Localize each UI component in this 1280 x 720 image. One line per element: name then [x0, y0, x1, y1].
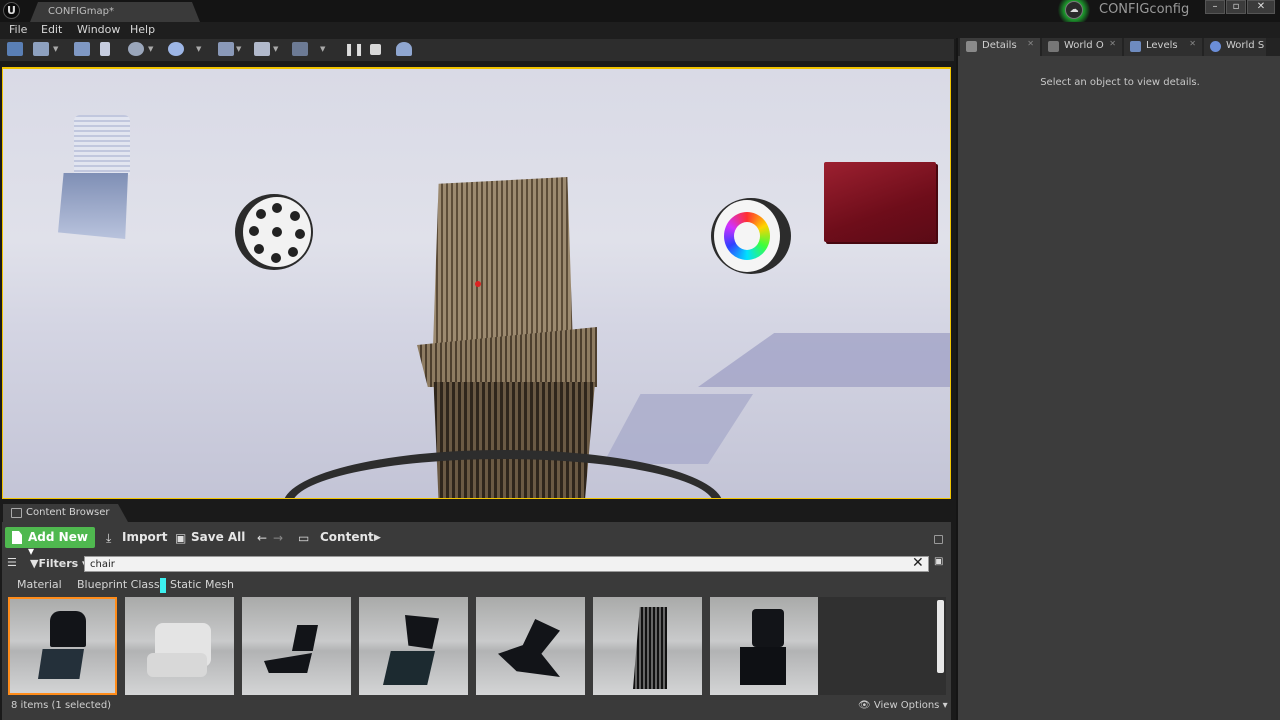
tab-world-outliner[interactable]: World O ✕ — [1042, 38, 1122, 56]
save-icon[interactable] — [7, 42, 23, 59]
asset-thumbnail[interactable] — [593, 597, 702, 695]
content-browser-icon — [11, 508, 22, 518]
translucent-chair-mesh[interactable] — [58, 115, 130, 241]
content-browser-toolbar: Add New ▾ ⤓ Import ▣ Save All ← → ▭ Cont… — [2, 527, 951, 558]
cinematics-dropdown-icon[interactable]: ▼ — [236, 45, 241, 53]
content-icon[interactable] — [74, 42, 90, 59]
stop-icon[interactable] — [370, 42, 381, 59]
color-wheel-disc[interactable] — [711, 198, 791, 274]
filter-chip-static-mesh[interactable]: Static Mesh — [160, 578, 234, 593]
floor-shadow — [698, 333, 950, 387]
cinematics-icon[interactable] — [218, 42, 234, 59]
maximize-button[interactable]: ▫ — [1226, 0, 1246, 14]
level-document-tab[interactable]: CONFIGmap* — [30, 2, 200, 22]
marketplace-icon[interactable] — [100, 42, 110, 59]
static-mesh-color-bar — [160, 578, 166, 593]
menu-help[interactable]: Help — [130, 23, 155, 36]
unreal-logo-icon: U — [3, 2, 20, 19]
red-cube-mesh[interactable] — [824, 162, 936, 242]
source-control-dropdown-icon[interactable]: ▼ — [53, 45, 58, 53]
minimize-button[interactable]: – — [1205, 0, 1225, 14]
asset-thumbnail[interactable] — [710, 597, 819, 695]
menu-edit[interactable]: Edit — [41, 23, 62, 36]
level-viewport[interactable] — [2, 67, 951, 499]
project-name: CONFIGconfig — [1099, 2, 1190, 17]
asset-thumbnail-grid — [8, 597, 938, 695]
filter-row: ☰ ▼Filters ▾ ✕ ▣ — [2, 555, 951, 573]
save-all-icon: ▣ — [175, 531, 187, 545]
new-file-icon — [12, 531, 22, 544]
path-arrow-icon[interactable]: ▶ — [374, 533, 381, 543]
title-bar: U CONFIGmap* ☁ CONFIGconfig – ▫ ✕ — [0, 0, 1280, 26]
asset-thumbnail[interactable] — [242, 597, 351, 695]
eye-icon: 👁 — [858, 700, 871, 711]
filter-chip-material[interactable]: Material — [17, 578, 62, 593]
details-empty-message: Select an object to view details. — [1040, 77, 1200, 88]
content-browser: Add New ▾ ⤓ Import ▣ Save All ← → ▭ Cont… — [2, 522, 951, 720]
build-icon[interactable] — [254, 42, 270, 59]
back-arrow-icon[interactable]: ← — [257, 531, 267, 545]
blueprints-icon[interactable] — [168, 42, 184, 59]
save-search-icon[interactable]: ▣ — [934, 556, 943, 567]
import-icon: ⤓ — [106, 531, 112, 545]
filters-button[interactable]: ▼Filters ▾ — [30, 557, 88, 570]
eject-icon[interactable] — [396, 42, 412, 59]
lock-icon[interactable] — [934, 535, 943, 544]
import-button[interactable]: Import — [122, 530, 167, 544]
play-icon[interactable] — [292, 42, 308, 59]
asset-thumbnail[interactable] — [359, 597, 468, 695]
details-panel-tabs: Details ✕ World O ✕ Levels ✕ World S — [958, 38, 1280, 56]
close-window-button[interactable]: ✕ — [1247, 0, 1275, 14]
item-count-status: 8 items (1 selected) — [11, 700, 112, 711]
pattern-selector-disc[interactable] — [235, 194, 313, 270]
sources-toggle-icon[interactable]: ☰ — [7, 556, 17, 569]
clear-search-icon[interactable]: ✕ — [912, 555, 924, 571]
content-browser-tab[interactable]: Content Browser — [3, 504, 128, 522]
details-panel: Details ✕ World O ✕ Levels ✕ World S Sel… — [956, 38, 1280, 720]
forward-arrow-icon[interactable]: → — [273, 531, 283, 545]
menu-window[interactable]: Window — [77, 23, 120, 36]
asset-grid-empty-area — [818, 597, 946, 695]
save-all-button[interactable]: Save All — [191, 530, 245, 544]
view-options-button[interactable]: 👁 View Options ▾ — [858, 700, 948, 711]
asset-thumbnail[interactable] — [476, 597, 585, 695]
settings-icon[interactable] — [128, 42, 144, 59]
unreal-editor-window: U CONFIGmap* ☁ CONFIGconfig – ▫ ✕ File E… — [0, 0, 1280, 720]
crosshair-icon — [475, 281, 481, 287]
asset-grid-scrollbar[interactable] — [937, 600, 944, 673]
project-badge-icon: ☁ — [1052, 0, 1096, 26]
pause-icon[interactable]: ❚❚ — [344, 42, 364, 59]
settings-dropdown-icon[interactable]: ▼ — [148, 45, 153, 53]
add-new-button[interactable]: Add New ▾ — [5, 527, 95, 558]
menu-bar: File Edit Window Help — [0, 22, 1280, 39]
filter-chip-blueprint-class[interactable]: Blueprint Class — [77, 578, 160, 593]
level-editor-toolbar: ▼ ▼ ▼ ▼ ▼ ▼ ❚❚ — [0, 39, 954, 62]
build-dropdown-icon[interactable]: ▼ — [273, 45, 278, 53]
source-control-icon[interactable] — [33, 42, 49, 59]
tab-world-settings[interactable]: World S — [1204, 38, 1266, 56]
chair-shadow — [603, 394, 753, 464]
asset-thumbnail[interactable] — [125, 597, 234, 695]
tab-details[interactable]: Details ✕ — [960, 38, 1040, 56]
play-dropdown-icon[interactable]: ▼ — [320, 45, 325, 53]
blueprints-dropdown-icon[interactable]: ▼ — [196, 45, 201, 53]
tab-levels[interactable]: Levels ✕ — [1124, 38, 1202, 56]
asset-thumbnail[interactable] — [8, 597, 117, 695]
path-content-button[interactable]: Content — [320, 530, 374, 544]
folder-icon: ▭ — [298, 531, 310, 545]
search-input[interactable] — [84, 556, 929, 572]
menu-file[interactable]: File — [9, 23, 27, 36]
